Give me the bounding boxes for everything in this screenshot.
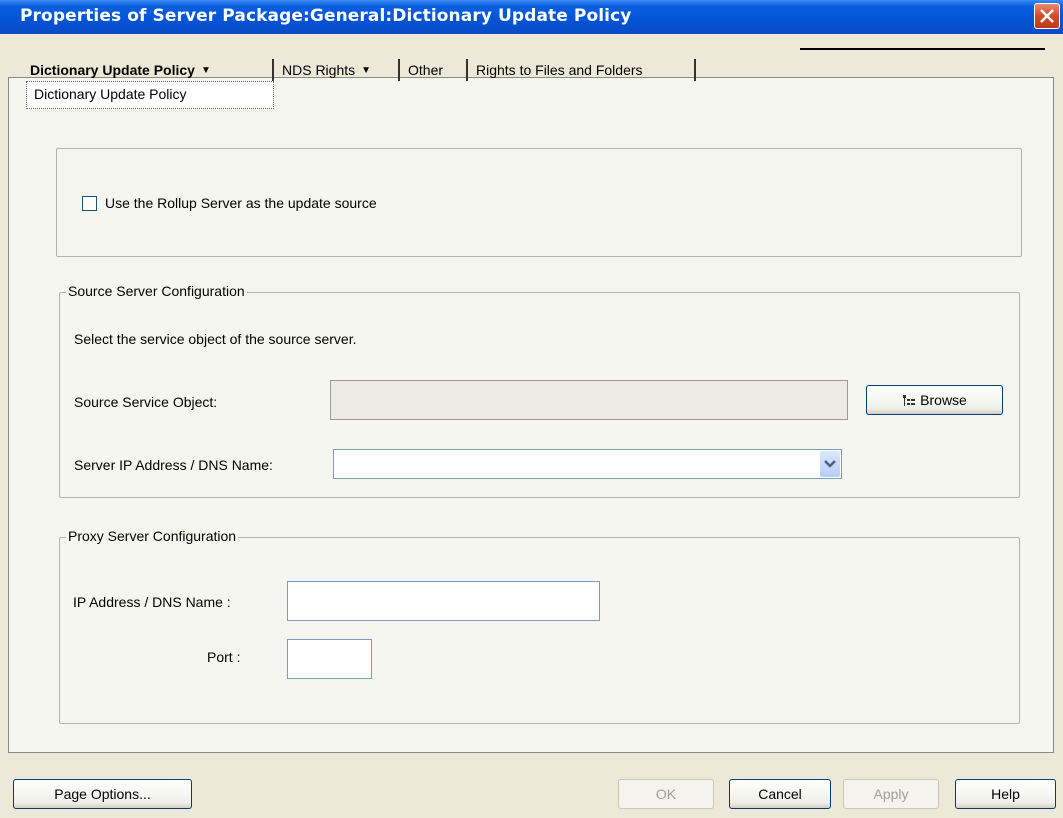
apply-button[interactable]: Apply [843, 779, 939, 809]
window-title: Properties of Server Package:General:Dic… [20, 6, 632, 26]
tab-dictionary-update-policy[interactable]: Dictionary Update Policy ▼ [26, 58, 270, 82]
close-button[interactable] [1034, 3, 1060, 29]
proxy-port-label: Port : [207, 649, 241, 665]
proxy-server-legend: Proxy Server Configuration [66, 528, 239, 544]
tab-separator [398, 59, 400, 81]
chevron-down-icon: ▼ [361, 65, 372, 77]
tab-label: NDS Rights [282, 62, 356, 78]
proxy-server-group: Proxy Server Configuration IP Address / … [59, 528, 1020, 724]
title-bar: Properties of Server Package:General:Dic… [0, 0, 1063, 34]
source-server-legend: Source Server Configuration [66, 283, 247, 299]
source-server-group: Source Server Configuration Select the s… [59, 283, 1020, 498]
ok-button[interactable]: OK [618, 779, 714, 809]
tab-separator [272, 59, 274, 81]
tree-browse-icon [903, 395, 916, 407]
proxy-port-input[interactable] [287, 639, 372, 679]
tab-label: Other [408, 62, 444, 78]
cancel-button[interactable]: Cancel [729, 779, 831, 809]
divider [800, 48, 1045, 50]
close-icon [1040, 9, 1054, 23]
tab-rights-to-files-and-folders[interactable]: Rights to Files and Folders [472, 58, 696, 82]
source-service-object-field[interactable] [330, 380, 848, 420]
chevron-down-icon: ▼ [200, 65, 211, 77]
browse-button[interactable]: Browse [866, 385, 1003, 415]
rollup-checkbox-label: Use the Rollup Server as the update sour… [105, 195, 377, 211]
tab-label: Dictionary Update Policy [30, 62, 195, 78]
tab-other[interactable]: Other [404, 58, 464, 82]
browse-button-label: Browse [920, 392, 967, 408]
rollup-checkbox[interactable] [82, 196, 97, 211]
source-service-object-label: Source Service Object: [74, 394, 218, 410]
page-options-button[interactable]: Page Options... [13, 779, 192, 809]
source-instruction: Select the service object of the source … [74, 331, 357, 347]
tab-separator [694, 59, 696, 81]
chevron-down-icon [824, 460, 836, 468]
rollup-group: Use the Rollup Server as the update sour… [56, 148, 1022, 257]
tab-nds-rights[interactable]: NDS Rights ▼ [278, 58, 396, 82]
server-ip-select[interactable] [333, 449, 842, 479]
proxy-ip-label: IP Address / DNS Name : [73, 594, 231, 610]
server-ip-label: Server IP Address / DNS Name: [74, 457, 273, 473]
dropdown-button[interactable] [820, 451, 840, 477]
help-button[interactable]: Help [955, 779, 1056, 809]
proxy-ip-input[interactable] [287, 581, 600, 621]
dropdown-item-dictionary-update-policy[interactable]: Dictionary Update Policy [34, 86, 187, 102]
tab-dropdown-menu[interactable]: Dictionary Update Policy [26, 81, 274, 109]
tab-label: Rights to Files and Folders [476, 62, 643, 78]
tab-separator [466, 59, 468, 81]
